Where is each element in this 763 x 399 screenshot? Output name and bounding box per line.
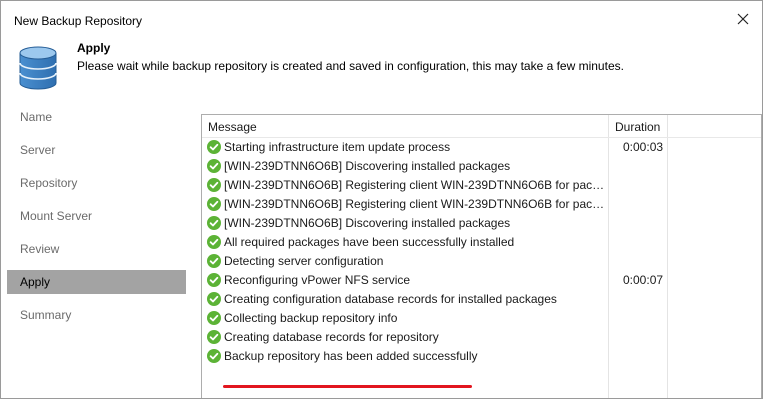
log-row[interactable]: Starting infrastructure item update proc… bbox=[202, 138, 761, 157]
nav-item-name[interactable]: Name bbox=[7, 105, 186, 129]
success-check-icon bbox=[207, 311, 221, 325]
message-column-header[interactable]: Message bbox=[208, 120, 257, 134]
apply-content: Message Duration Starting infrastructure… bbox=[186, 95, 762, 398]
success-check-icon bbox=[207, 292, 221, 306]
log-row[interactable]: Detecting server configuration bbox=[202, 252, 761, 271]
log-rows: Starting infrastructure item update proc… bbox=[202, 138, 761, 366]
grid-header: Message Duration bbox=[202, 115, 761, 138]
duration-column-header[interactable]: Duration bbox=[615, 120, 660, 134]
title-bar: New Backup Repository bbox=[1, 1, 762, 37]
nav-item-mount-server[interactable]: Mount Server bbox=[7, 204, 186, 228]
success-check-icon bbox=[207, 140, 221, 154]
log-row[interactable]: Collecting backup repository info bbox=[202, 309, 761, 328]
step-title: Apply bbox=[77, 41, 111, 55]
log-message: All required packages have been successf… bbox=[224, 235, 515, 249]
new-backup-repository-dialog: New Backup Repository Apply Please wait … bbox=[0, 0, 763, 399]
log-row[interactable]: [WIN-239DTNN6O6B] Registering client WIN… bbox=[202, 176, 761, 195]
log-row[interactable]: Creating configuration database records … bbox=[202, 290, 761, 309]
log-row[interactable]: [WIN-239DTNN6O6B] Discovering installed … bbox=[202, 157, 761, 176]
database-icon bbox=[19, 46, 57, 90]
step-description: Please wait while backup repository is c… bbox=[77, 59, 624, 73]
wizard-steps-nav: Name Server Repository Mount Server Revi… bbox=[7, 105, 186, 398]
log-duration: 0:00:03 bbox=[623, 140, 664, 154]
log-message: [WIN-239DTNN6O6B] Registering client WIN… bbox=[224, 178, 606, 192]
nav-item-summary[interactable]: Summary bbox=[7, 303, 186, 327]
success-check-icon bbox=[207, 330, 221, 344]
log-message: [WIN-239DTNN6O6B] Discovering installed … bbox=[224, 159, 511, 173]
success-check-icon bbox=[207, 349, 221, 363]
success-check-icon bbox=[207, 159, 221, 173]
log-message: Backup repository has been added success… bbox=[224, 349, 478, 363]
window-title: New Backup Repository bbox=[14, 14, 143, 28]
log-message: [WIN-239DTNN6O6B] Discovering installed … bbox=[224, 216, 511, 230]
log-row[interactable]: [WIN-239DTNN6O6B] Registering client WIN… bbox=[202, 195, 761, 214]
success-check-icon bbox=[207, 216, 221, 230]
log-duration: 0:00:07 bbox=[623, 273, 664, 287]
log-row[interactable]: Backup repository has been added success… bbox=[202, 347, 761, 366]
nav-item-apply[interactable]: Apply bbox=[7, 270, 186, 294]
log-message: Starting infrastructure item update proc… bbox=[224, 140, 451, 154]
success-check-icon bbox=[207, 254, 221, 268]
log-row[interactable]: Creating database records for repository bbox=[202, 328, 761, 347]
log-message: [WIN-239DTNN6O6B] Registering client WIN… bbox=[224, 197, 606, 211]
success-check-icon bbox=[207, 273, 221, 287]
close-button[interactable] bbox=[727, 5, 759, 33]
log-message: Collecting backup repository info bbox=[224, 311, 398, 325]
close-icon bbox=[737, 13, 749, 25]
progress-log-grid[interactable]: Message Duration Starting infrastructure… bbox=[201, 114, 762, 398]
log-message: Creating database records for repository bbox=[224, 330, 439, 344]
success-check-icon bbox=[207, 178, 221, 192]
nav-item-review[interactable]: Review bbox=[7, 237, 186, 261]
success-check-icon bbox=[207, 197, 221, 211]
red-underline-annotation bbox=[223, 385, 472, 388]
success-check-icon bbox=[207, 235, 221, 249]
wizard-header: Apply Please wait while backup repositor… bbox=[1, 37, 762, 95]
nav-item-repository[interactable]: Repository bbox=[7, 171, 186, 195]
log-message: Detecting server configuration bbox=[224, 254, 384, 268]
log-row[interactable]: All required packages have been successf… bbox=[202, 233, 761, 252]
log-row[interactable]: [WIN-239DTNN6O6B] Discovering installed … bbox=[202, 214, 761, 233]
log-row[interactable]: Reconfiguring vPower NFS service 0:00:07 bbox=[202, 271, 761, 290]
log-message: Creating configuration database records … bbox=[224, 292, 557, 306]
log-message: Reconfiguring vPower NFS service bbox=[224, 273, 411, 287]
nav-item-server[interactable]: Server bbox=[7, 138, 186, 162]
